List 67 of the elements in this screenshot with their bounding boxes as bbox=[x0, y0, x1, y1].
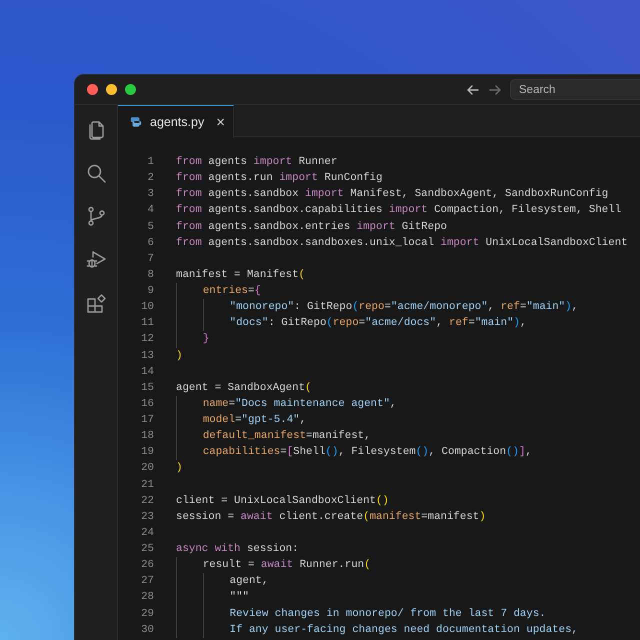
code-line: capabilities=[Shell(), Filesystem(), Compaction()], bbox=[176, 444, 532, 460]
line-number: 23 bbox=[140, 510, 154, 525]
python-file-icon bbox=[130, 116, 142, 128]
line-number: 10 bbox=[140, 300, 154, 316]
search-icon[interactable] bbox=[85, 162, 107, 184]
code-line: default_manifest=manifest, bbox=[176, 428, 371, 444]
code-line: from agents.sandbox.entries import GitRepo bbox=[176, 220, 447, 234]
line-number: 7 bbox=[146, 252, 154, 267]
forward-arrow-icon[interactable] bbox=[488, 82, 502, 96]
code-line: agent, bbox=[176, 573, 268, 590]
line-number: 21 bbox=[140, 478, 154, 492]
code-line: from agents.run import RunConfig bbox=[176, 171, 382, 186]
line-number: 4 bbox=[146, 203, 154, 218]
line-number: 5 bbox=[146, 220, 154, 234]
search-field[interactable]: Search bbox=[510, 79, 640, 100]
line-number: 27 bbox=[140, 574, 154, 590]
line-number: 15 bbox=[140, 380, 154, 396]
line-number: 3 bbox=[146, 187, 154, 202]
code-line: session = await client.create(manifest=manifest) bbox=[176, 510, 486, 525]
line-number: 18 bbox=[140, 429, 154, 444]
line-number: 19 bbox=[140, 445, 154, 460]
close-tab-button[interactable]: × bbox=[216, 114, 225, 130]
code-line: manifest = Manifest( bbox=[176, 268, 306, 283]
file-tab[interactable]: agents.py × bbox=[118, 105, 234, 138]
code-line: client = UnixLocalSandboxClient() bbox=[176, 494, 389, 509]
line-number: 25 bbox=[140, 542, 154, 557]
code-line: Review changes in monorepo/ from the last 7 days. bbox=[176, 606, 546, 622]
line-number: 13 bbox=[140, 348, 154, 364]
code-line: async with session: bbox=[176, 542, 299, 557]
code-line: from agents.sandbox.capabilities import Compaction, Filesystem, Shell bbox=[176, 203, 622, 218]
line-number: 6 bbox=[146, 236, 154, 251]
code-line: from agents import Runner bbox=[176, 155, 338, 170]
code-line: from agents.sandbox import Manifest, SandboxAgent, SandboxRunConfig bbox=[176, 187, 608, 202]
line-number: 22 bbox=[140, 494, 154, 509]
line-number: 24 bbox=[140, 526, 154, 541]
line-number: 14 bbox=[140, 364, 154, 380]
line-number: 9 bbox=[146, 284, 154, 299]
line-number: 29 bbox=[140, 606, 154, 622]
code-line: """ bbox=[176, 589, 249, 606]
line-number: 30 bbox=[140, 622, 154, 638]
line-number: 11 bbox=[140, 316, 154, 332]
code-line: ) bbox=[176, 461, 182, 476]
line-number: 1 bbox=[146, 155, 154, 170]
code-line: name="Docs maintenance agent", bbox=[176, 396, 396, 412]
line-number: 12 bbox=[140, 332, 154, 348]
minimize-light[interactable] bbox=[106, 84, 117, 95]
code-line: If any user-facing changes need documentation updates, bbox=[176, 622, 578, 638]
code-line: result = await Runner.run( bbox=[176, 557, 371, 574]
line-number: 17 bbox=[140, 413, 154, 428]
code-line: } bbox=[176, 331, 210, 348]
line-number: 16 bbox=[140, 396, 154, 412]
back-arrow-icon[interactable] bbox=[466, 82, 480, 96]
code-line: "docs": GitRepo(repo="acme/docs", ref="main"), bbox=[176, 315, 526, 332]
code-line: "monorepo": GitRepo(repo="acme/monorepo", ref="main"), bbox=[176, 299, 578, 316]
tab-label: agents.py bbox=[150, 114, 204, 131]
line-number: 8 bbox=[146, 268, 154, 283]
code-line: entries={ bbox=[176, 283, 261, 300]
close-light[interactable] bbox=[87, 84, 98, 95]
code-line: agent = SandboxAgent( bbox=[176, 380, 312, 396]
line-number: 20 bbox=[140, 461, 154, 476]
zoom-light[interactable] bbox=[125, 84, 136, 95]
line-number: 2 bbox=[146, 171, 154, 186]
code-line: model="gpt-5.4", bbox=[176, 412, 306, 428]
code-line: ) bbox=[176, 348, 182, 364]
code-line: from agents.sandbox.sandboxes.unix_local import UnixLocalSandboxClient bbox=[176, 236, 628, 251]
line-number: 28 bbox=[140, 590, 154, 606]
line-number: 26 bbox=[140, 558, 154, 574]
